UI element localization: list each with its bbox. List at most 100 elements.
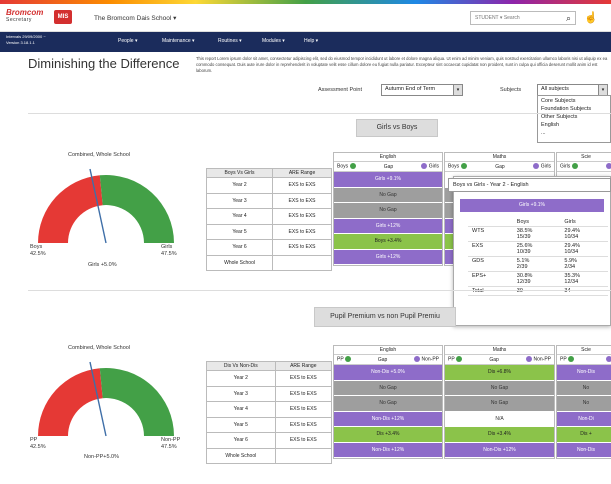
legend-dot-icon bbox=[349, 163, 356, 170]
gap-cell[interactable]: No Gap bbox=[334, 396, 442, 412]
table-row[interactable]: Whole School bbox=[206, 447, 333, 464]
range-cell: EXS to EXS bbox=[274, 401, 333, 418]
year-cell: Year 3 bbox=[206, 385, 276, 402]
search-icon[interactable]: ⌕ bbox=[566, 13, 571, 24]
gap-cell[interactable]: N/A bbox=[445, 411, 554, 427]
gap-cell[interactable]: No Gap bbox=[334, 380, 442, 396]
nav-people[interactable]: People ▾ bbox=[118, 38, 137, 44]
legend-dot-icon bbox=[460, 163, 467, 170]
gap-cell[interactable]: Non-Di bbox=[557, 411, 611, 427]
year-cell: Year 5 bbox=[205, 223, 274, 240]
gap-cell[interactable]: Girls +12% bbox=[334, 249, 442, 265]
search-input[interactable]: Search bbox=[504, 15, 520, 21]
gap-cell[interactable]: Dis +6.8% bbox=[445, 365, 554, 381]
subject-option[interactable]: Other Subjects bbox=[541, 113, 607, 121]
popup-val: 25.6% 10/39 bbox=[512, 241, 561, 257]
table-row[interactable]: Year 5 EXS to EXS bbox=[206, 416, 333, 433]
search-box[interactable]: STUDENT ▾ Search bbox=[470, 11, 576, 25]
legend-right: Girls bbox=[533, 163, 551, 170]
subject-name: Maths bbox=[445, 153, 554, 162]
subjects-options-list: Core Subjects Foundation Subjects Other … bbox=[537, 95, 611, 143]
popup-val: 38.5% 15/39 bbox=[512, 226, 561, 242]
gauge-segment-right bbox=[99, 175, 174, 243]
year-cell: Year 5 bbox=[206, 416, 276, 433]
subject-name: Scie bbox=[557, 346, 611, 355]
legend-left: PP bbox=[448, 356, 462, 363]
popup-row: WTS 38.5% 15/39 29.4% 10/34 bbox=[468, 226, 608, 242]
subject-column-2: Scie PP Non-Dis No No Non-Di Dis + Non-Dis bbox=[556, 345, 611, 459]
assessment-point-select[interactable]: Autumn End of Term ▾ bbox=[381, 84, 463, 96]
gap-cell[interactable]: Dis +3.4% bbox=[445, 427, 554, 443]
popup-row-key: GDS bbox=[468, 256, 513, 272]
gap-cell[interactable]: Non-Dis bbox=[557, 365, 611, 381]
popup-gap-bar: Girls +9.1% bbox=[460, 199, 604, 212]
gap-cell[interactable]: Dis +3.4% bbox=[334, 427, 442, 443]
gap-cell[interactable]: No Gap bbox=[334, 187, 442, 203]
popup-val: 30.8% 12/39 bbox=[512, 271, 561, 287]
gap-cell[interactable]: Boys +3.4% bbox=[334, 234, 442, 250]
popup-col-header: Boys bbox=[512, 218, 561, 227]
gauge-left-label: PP bbox=[30, 437, 38, 443]
gap-cell[interactable]: No Gap bbox=[334, 203, 442, 219]
gap-cell[interactable]: Non-Dis +12% bbox=[334, 411, 442, 427]
table-row[interactable]: Year 4 EXS to EXS bbox=[206, 401, 333, 418]
gap-cell[interactable]: Non-Dis bbox=[557, 442, 611, 458]
school-selector[interactable]: The Bromcom Dais School ▾ bbox=[94, 14, 176, 22]
table-row[interactable]: Year 2 EXS to EXS bbox=[205, 177, 332, 194]
table-row[interactable]: Year 6 EXS to EXS bbox=[206, 432, 333, 449]
gap-cell[interactable]: Dis + bbox=[557, 427, 611, 443]
table-row[interactable]: Whole School bbox=[205, 254, 332, 271]
nav-routines[interactable]: Routines ▾ bbox=[218, 38, 242, 44]
gap-cell[interactable]: No Gap bbox=[445, 396, 554, 412]
range-cell bbox=[272, 254, 332, 271]
gap-cell[interactable]: Non-Dis +5.0% bbox=[334, 365, 442, 381]
popup-val: 34 bbox=[560, 286, 608, 296]
gap-cell[interactable]: No Gap bbox=[445, 380, 554, 396]
legend-right: Girls bbox=[421, 163, 439, 170]
legend-right bbox=[605, 356, 611, 363]
gauge-left-value: 42.5% bbox=[30, 444, 46, 450]
range-cell: EXS to EXS bbox=[274, 416, 333, 433]
nav-modules[interactable]: Modules ▾ bbox=[262, 38, 285, 44]
gauge-right: Non-PP 47.5% bbox=[161, 437, 180, 451]
subject-option[interactable]: English bbox=[541, 121, 607, 129]
gauge-left-value: 42.5% bbox=[30, 251, 46, 257]
table-row[interactable]: Year 4 EXS to EXS bbox=[205, 208, 332, 225]
table-row[interactable]: Year 3 EXS to EXS bbox=[206, 385, 333, 402]
legend-gap: Gap bbox=[377, 356, 388, 363]
table-row[interactable]: Year 6 EXS to EXS bbox=[205, 239, 332, 256]
hand-pointer-icon[interactable]: ☝ bbox=[584, 11, 598, 24]
popup-title: Boys vs Girls - Year 2 - English bbox=[448, 178, 611, 192]
section-heading-girls-vs-boys: Girls vs Boys bbox=[356, 119, 438, 137]
gap-cell[interactable]: Non-Dis +12% bbox=[445, 442, 554, 458]
gauge-right-value: 47.5% bbox=[161, 444, 177, 450]
popup-row: Total 39 34 bbox=[468, 286, 608, 296]
gap-cell[interactable]: Girls +12% bbox=[334, 218, 442, 234]
search-scope[interactable]: STUDENT ▾ bbox=[475, 15, 502, 21]
popup-row-key: EPS+ bbox=[468, 271, 513, 287]
range-cell: EXS to EXS bbox=[272, 177, 332, 194]
gap-cell[interactable]: No bbox=[557, 396, 611, 412]
subject-legend: Boys Gap Girls bbox=[334, 162, 442, 172]
nav-help[interactable]: Help ▾ bbox=[304, 38, 318, 44]
year-cell: Year 6 bbox=[206, 432, 276, 449]
gap-cell[interactable]: No bbox=[557, 380, 611, 396]
table-row[interactable]: Year 5 EXS to EXS bbox=[205, 223, 332, 240]
popup-val: 35.3% 12/34 bbox=[560, 271, 608, 287]
legend-dot-icon bbox=[605, 163, 611, 170]
gap-cell[interactable]: Non-Dis +12% bbox=[334, 442, 442, 458]
section-heading-pupil-premium: Pupil Premium vs non Pupil Premiu bbox=[314, 307, 456, 327]
gap-cell[interactable]: Girls +9.1% bbox=[334, 172, 442, 188]
legend-gap: Gap bbox=[495, 163, 505, 170]
bromcom-logo[interactable]: Bromcom Secretary MIS bbox=[6, 9, 72, 27]
table-row[interactable]: Year 3 EXS to EXS bbox=[205, 192, 332, 209]
gauge-left-label: Boys bbox=[30, 244, 43, 250]
subject-option[interactable]: Core Subjects bbox=[541, 97, 607, 105]
breakdown-popup: Girls +9.1% Boys Girls WTS 38.5% 15/39 29.4%… bbox=[453, 176, 611, 326]
popup-row-key: WTS bbox=[468, 226, 513, 242]
chevron-down-icon: ▾ bbox=[173, 15, 177, 22]
nav-maintenance[interactable]: Maintenance ▾ bbox=[162, 38, 195, 44]
table-row[interactable]: Year 2 EXS to EXS bbox=[206, 370, 333, 387]
subject-option[interactable]: Foundation Subjects bbox=[541, 105, 607, 113]
subject-option[interactable]: ... bbox=[541, 129, 607, 137]
